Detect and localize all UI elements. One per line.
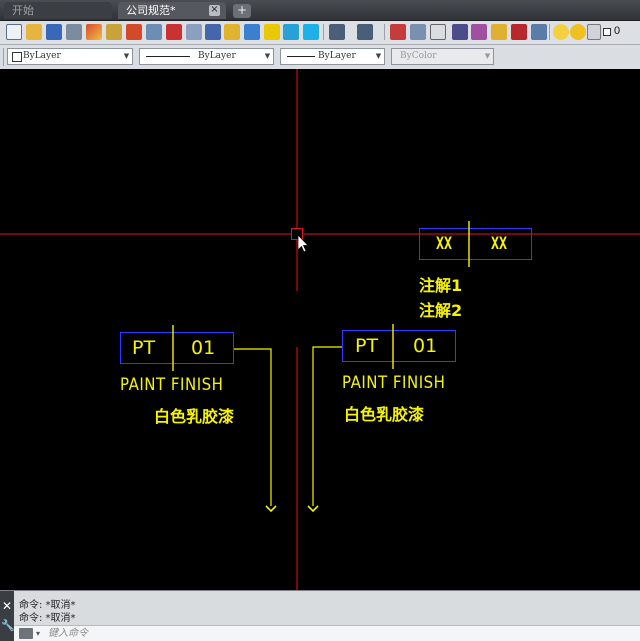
tag-top-right-code: XX bbox=[491, 234, 507, 254]
isolate-icon[interactable] bbox=[452, 24, 468, 40]
leader-left-line bbox=[234, 348, 272, 506]
open-icon[interactable] bbox=[26, 24, 42, 40]
bulb-icon[interactable] bbox=[553, 24, 569, 40]
linetype-value: ByLayer bbox=[198, 51, 236, 61]
leader-right-line bbox=[312, 346, 342, 506]
note-1-text: 注解1 bbox=[419, 276, 463, 295]
sheet-set-icon[interactable] bbox=[166, 24, 182, 40]
sun-icon[interactable] bbox=[570, 24, 586, 40]
tool-palette-icon[interactable] bbox=[146, 24, 162, 40]
command-line-panel: ✕ 🔧 命令: *取消* 命令: *取消* ▾ bbox=[0, 590, 640, 641]
chevron-down-icon: ▼ bbox=[123, 52, 130, 60]
block-icon[interactable] bbox=[224, 24, 240, 40]
tag-left-caption: PAINT FINISH bbox=[120, 374, 224, 395]
close-icon[interactable]: ✕ bbox=[1, 600, 13, 612]
table-icon[interactable] bbox=[283, 24, 299, 40]
tag-left-code: PT bbox=[132, 337, 156, 359]
tag-right-caption: PAINT FINISH bbox=[342, 372, 446, 393]
measure-icon[interactable] bbox=[491, 24, 507, 40]
linetype-dropdown[interactable]: ByLayer ▼ bbox=[139, 48, 274, 65]
command-prompt-icon[interactable] bbox=[19, 628, 33, 639]
hatch-icon[interactable] bbox=[303, 24, 319, 40]
wrench-icon[interactable]: 🔧 bbox=[1, 620, 15, 632]
lineweight-preview-icon bbox=[287, 56, 315, 57]
insert-block-icon[interactable] bbox=[244, 24, 260, 40]
drawing-canvas[interactable]: XX XX 注解1 注解2 PT 01 PAINT FINISH 白色乳胶漆 P… bbox=[0, 69, 640, 590]
undo-icon[interactable] bbox=[329, 24, 345, 40]
leader-right-arrow-icon bbox=[307, 505, 319, 513]
tag-right-number: 01 bbox=[413, 335, 438, 357]
drawing-geometry bbox=[0, 69, 640, 590]
color-dropdown[interactable]: ByLayer ▼ bbox=[7, 48, 133, 65]
linetype-preview-icon bbox=[146, 56, 190, 57]
redo-icon[interactable] bbox=[357, 24, 373, 40]
lineweight-value: ByLayer bbox=[318, 51, 356, 61]
layer-states-icon[interactable] bbox=[410, 24, 426, 40]
design-center-icon[interactable] bbox=[106, 24, 122, 40]
command-line-sidebar: ✕ 🔧 bbox=[0, 591, 15, 641]
command-history-line: 命令: *取消* bbox=[19, 613, 76, 624]
lock-icon[interactable] bbox=[587, 24, 601, 40]
standard-toolbar: 0 bbox=[0, 21, 640, 45]
note-2-text: 注解2 bbox=[419, 301, 463, 320]
chevron-down-icon[interactable]: ▾ bbox=[36, 626, 40, 641]
light-icon[interactable] bbox=[531, 24, 547, 40]
plotstyle-dropdown[interactable]: ByColor ▼ bbox=[391, 48, 494, 65]
chevron-down-icon: ▼ bbox=[484, 52, 491, 60]
command-input-row: ▾ bbox=[14, 625, 640, 641]
matchprop-icon[interactable] bbox=[86, 24, 102, 40]
tag-top-left-code: XX bbox=[436, 234, 452, 254]
layer-color-swatch-icon bbox=[603, 28, 611, 36]
tab-document-label: 公司规范* bbox=[126, 4, 176, 17]
toolbar-grip bbox=[3, 48, 4, 66]
tag-left-note: 白色乳胶漆 bbox=[154, 407, 235, 426]
properties-toolbar: ByLayer ▼ ByLayer ▼ ByLayer ▼ ByColor ▼ bbox=[0, 45, 640, 70]
list-icon[interactable] bbox=[511, 24, 527, 40]
quickcalc-icon[interactable] bbox=[205, 24, 221, 40]
tab-start-label: 开始 bbox=[12, 4, 34, 17]
chevron-down-icon: ▼ bbox=[375, 52, 382, 60]
command-input[interactable] bbox=[48, 626, 608, 641]
layer-icon[interactable] bbox=[390, 24, 406, 40]
markup-icon[interactable] bbox=[186, 24, 202, 40]
color-swatch-icon bbox=[12, 52, 22, 62]
file-tab-bar: 开始 公司规范* × + bbox=[0, 0, 640, 21]
tag-right-note: 白色乳胶漆 bbox=[344, 405, 425, 424]
leader-left-arrow-icon bbox=[265, 505, 277, 513]
save-icon[interactable] bbox=[46, 24, 62, 40]
close-tab-icon[interactable]: × bbox=[209, 5, 220, 16]
tag-left-number: 01 bbox=[191, 337, 216, 359]
lineweight-dropdown[interactable]: ByLayer ▼ bbox=[280, 48, 385, 65]
tab-document[interactable]: 公司规范* × bbox=[118, 2, 226, 19]
text-icon[interactable] bbox=[264, 24, 280, 40]
toolbar-separator bbox=[384, 24, 385, 40]
tab-start[interactable]: 开始 bbox=[4, 2, 112, 19]
plot-icon[interactable] bbox=[66, 24, 82, 40]
chevron-down-icon: ▼ bbox=[264, 52, 271, 60]
new-tab-button[interactable]: + bbox=[233, 4, 251, 18]
properties-icon[interactable] bbox=[126, 24, 142, 40]
current-layer-name[interactable]: 0 bbox=[614, 25, 620, 37]
plotstyle-value: ByColor bbox=[400, 51, 437, 61]
toolbar-separator bbox=[323, 24, 324, 40]
walk-icon[interactable] bbox=[471, 24, 487, 40]
layer-match-icon[interactable] bbox=[430, 24, 446, 40]
color-value: ByLayer bbox=[23, 51, 61, 61]
tag-right-code: PT bbox=[355, 335, 379, 357]
new-icon[interactable] bbox=[6, 24, 22, 40]
toolbar-separator bbox=[549, 24, 550, 40]
